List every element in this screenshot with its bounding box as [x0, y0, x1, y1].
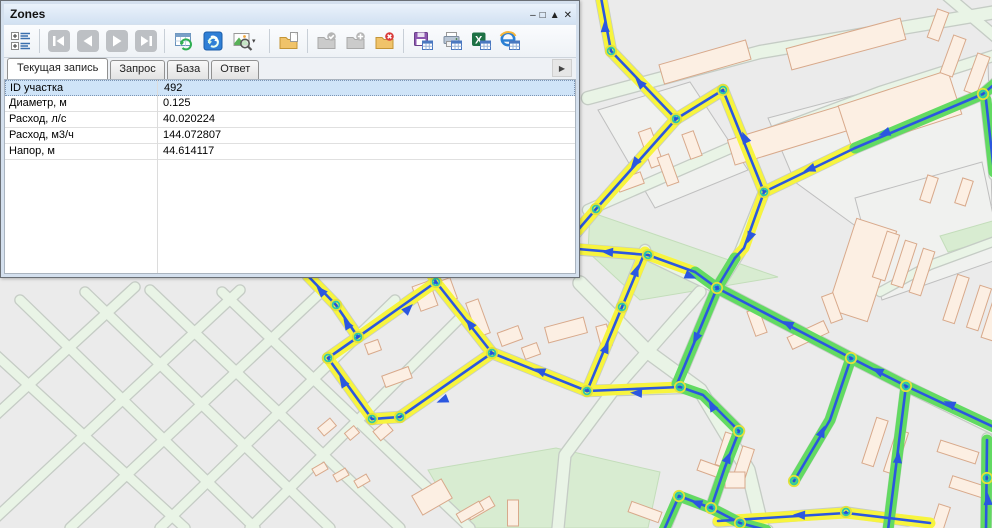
field-value: 44.614117	[157, 144, 575, 159]
folder-add-icon	[345, 30, 367, 52]
pipe-node-icon	[367, 414, 377, 424]
pipe-node-icon	[395, 412, 405, 422]
open-folder-icon	[278, 30, 300, 52]
refresh-record-button[interactable]	[170, 28, 197, 55]
pipe-node-icon	[901, 381, 911, 391]
pin-up-button[interactable]: ▲	[550, 10, 560, 21]
field-label: Диаметр, м	[5, 96, 157, 111]
field-value: 0.125	[157, 96, 575, 111]
report-print-icon	[441, 30, 463, 52]
tab-2[interactable]: База	[167, 60, 209, 79]
pipe-node-icon	[978, 89, 988, 99]
field-label: Расход, м3/ч	[5, 128, 157, 143]
folder-apply-icon	[316, 30, 338, 52]
toolbar: ▾	[4, 25, 576, 58]
zoom-to-object-button[interactable]: ▾	[228, 28, 264, 55]
export-excel-icon: X	[470, 30, 492, 52]
refresh-view-button[interactable]	[199, 28, 226, 55]
pipe-node-icon	[735, 518, 745, 528]
nav-last-button[interactable]	[132, 28, 159, 55]
record-table: ID участка492Диаметр, м0.125Расход, л/с4…	[4, 79, 576, 274]
toolbar-separator	[403, 29, 404, 53]
nav-last-icon	[134, 29, 158, 53]
pipe-node-icon	[331, 300, 341, 310]
pipe-node-icon	[718, 85, 728, 95]
pipe-node-icon	[591, 204, 601, 214]
zoom-dropdown-caret[interactable]: ▾	[252, 37, 260, 45]
pipe-node-icon	[674, 491, 684, 501]
record-row[interactable]: Расход, м3/ч144.072807	[5, 128, 575, 144]
export-web-button[interactable]	[496, 28, 523, 55]
pipe-node-icon	[643, 250, 653, 260]
record-row[interactable]: Напор, м44.614117	[5, 144, 575, 160]
open-folder-button[interactable]	[275, 28, 302, 55]
field-value: 144.072807	[157, 128, 575, 143]
pipe-node-icon	[846, 353, 856, 363]
expand-tree-button[interactable]	[7, 28, 34, 55]
pipe-node-icon	[431, 277, 441, 287]
tab-1[interactable]: Запрос	[110, 60, 164, 79]
tab-3[interactable]: Ответ	[211, 60, 259, 79]
nav-prev-icon	[76, 29, 100, 53]
refresh-view-icon	[202, 30, 224, 52]
folder-apply-button[interactable]	[313, 28, 340, 55]
folder-delete-icon	[374, 30, 396, 52]
nav-next-button[interactable]	[103, 28, 130, 55]
pipe-node-icon	[675, 382, 685, 392]
field-label: Напор, м	[5, 144, 157, 159]
field-value: 40.020224	[157, 112, 575, 127]
toolbar-separator	[39, 29, 40, 53]
zoom-to-object-icon	[232, 30, 254, 52]
pipe-node-icon	[617, 302, 627, 312]
tab-0[interactable]: Текущая запись	[7, 58, 108, 79]
pipe-node-icon	[789, 476, 799, 486]
export-web-icon	[499, 30, 521, 52]
toolbar-separator	[164, 29, 165, 53]
pipe-node-icon	[671, 114, 681, 124]
zones-window: Zones –□ ▲ ✕	[0, 0, 580, 278]
record-row[interactable]: ID участка492	[5, 80, 575, 96]
toolbar-separator	[307, 29, 308, 53]
pipe-node-icon	[606, 46, 616, 56]
pipe-node-icon	[841, 507, 851, 517]
report-print-button[interactable]	[438, 28, 465, 55]
folder-add-button[interactable]	[342, 28, 369, 55]
column-divider	[157, 80, 158, 273]
record-row[interactable]: Диаметр, м0.125	[5, 96, 575, 112]
pipe-node-icon	[323, 353, 333, 363]
report-save-icon	[412, 30, 434, 52]
nav-first-button[interactable]	[45, 28, 72, 55]
pipe-node-icon	[712, 283, 722, 293]
nav-first-icon	[47, 29, 71, 53]
report-save-button[interactable]	[409, 28, 436, 55]
nav-next-icon	[105, 29, 129, 53]
field-label: Расход, л/с	[5, 112, 157, 127]
field-value: 492	[158, 81, 574, 95]
folder-delete-button[interactable]	[371, 28, 398, 55]
pipe-node-icon	[487, 348, 497, 358]
field-label: ID участка	[6, 81, 158, 95]
window-controls: –□ ▲ ✕	[526, 5, 572, 23]
pipe-node-icon	[706, 503, 716, 513]
close-button[interactable]: ✕	[564, 10, 572, 21]
toolbar-separator	[269, 29, 270, 53]
window-title: Zones	[10, 7, 526, 21]
pipe-node-icon	[982, 473, 992, 483]
pipe-node-icon	[582, 386, 592, 396]
pipe-node-icon	[734, 426, 744, 436]
maximize-button[interactable]: □	[540, 10, 546, 21]
expand-tree-icon	[10, 30, 32, 52]
pipe-node-icon	[759, 187, 769, 197]
nav-prev-button[interactable]	[74, 28, 101, 55]
record-row[interactable]: Расход, л/с40.020224	[5, 112, 575, 128]
export-excel-button[interactable]: X	[467, 28, 494, 55]
tab-scroll-right-button[interactable]: ▶	[552, 59, 572, 77]
minimize-button[interactable]: –	[530, 10, 536, 21]
tab-strip: Текущая записьЗапросБазаОтвет ▶	[4, 58, 576, 79]
window-titlebar[interactable]: Zones –□ ▲ ✕	[4, 4, 576, 24]
pipe-node-icon	[353, 332, 363, 342]
refresh-record-icon	[173, 30, 195, 52]
